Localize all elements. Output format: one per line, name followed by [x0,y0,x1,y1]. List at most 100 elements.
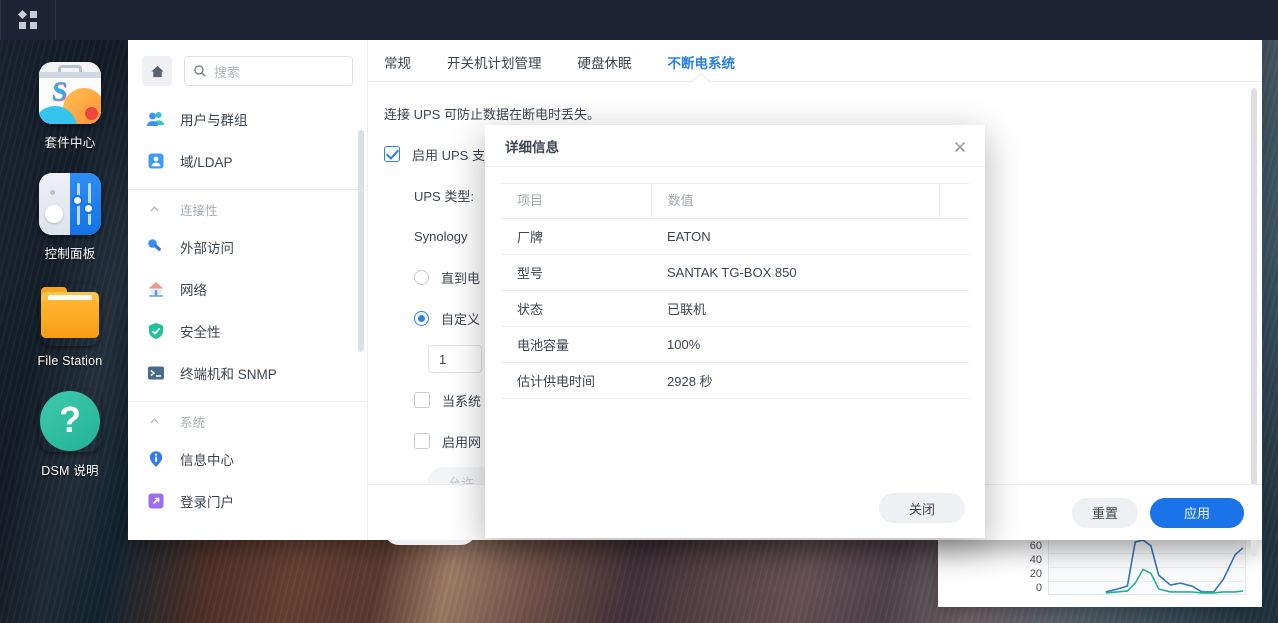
sidebar-item-label: 登录门户 [180,495,234,510]
table-row: 型号 SANTAK TG-BOX 850 [501,254,969,291]
network-icon [146,279,166,299]
ups-type-label: UPS 类型: [414,188,474,204]
dialog-close-button[interactable] [949,136,971,158]
synology-label: Synology [414,228,468,244]
form-description: 连接 UPS 可防止数据在断电时丢失。 [384,107,600,122]
sidebar-item-network[interactable]: 网络 [128,268,367,310]
security-icon [146,321,166,341]
row-item: 状态 [501,290,651,327]
details-dialog: 详细信息 项目 数值 厂牌 EATON 型号 SANTAK TG-BOX 850… [485,125,985,538]
row-item: 电池容量 [501,326,651,363]
sidebar-item-label: 用户与群组 [180,113,248,128]
reset-button[interactable]: 重置 [1071,497,1138,528]
desktop-icon-label: DSM 说明 [41,464,99,478]
row-value: 100% [651,326,969,363]
sidebar-header: 搜索 [128,40,367,98]
sidebar-item-external-access[interactable]: 外部访问 [128,226,367,268]
dialog-body: 项目 数值 厂牌 EATON 型号 SANTAK TG-BOX 850 状态 已… [485,167,985,478]
info-center-icon [146,449,166,469]
tab-general[interactable]: 常规 [384,52,411,81]
enable-network-ups-checkbox[interactable] [414,433,430,449]
sidebar-home-button[interactable] [142,56,172,86]
chevron-up-icon [146,416,162,427]
desktop-icon-label: 套件中心 [44,136,96,150]
search-icon [194,65,206,77]
apply-button[interactable]: 应用 [1149,497,1244,528]
row-item: 估计供电时间 [501,362,651,399]
grid-menu-icon [17,9,37,29]
widget-plot [1048,539,1246,595]
sidebar-group-label: 连接性 [180,203,218,218]
sidebar-divider [128,189,367,190]
search-placeholder: 搜索 [214,64,241,80]
row-item: 厂牌 [501,218,651,255]
desktop-icon-dsm-help[interactable]: ? DSM 说明 [0,390,140,479]
radio-until-battery[interactable] [414,269,429,285]
sidebar-item-label: 信息中心 [180,453,234,468]
column-header-extra[interactable] [938,183,969,219]
desktop-icon-control-panel[interactable]: 控制面板 [0,173,140,262]
control-panel-sidebar: 搜索 用户与群组 域/LDAP 连接性 外部访问 网络 安全性 终端机和 SNM… [128,40,368,540]
table-row: 电池容量 100% [501,326,969,363]
column-header-item[interactable]: 项目 [501,183,651,219]
table-header-row: 项目 数值 [501,183,969,219]
sidebar-item-label: 外部访问 [180,241,234,256]
row-value: EATON [651,218,969,255]
control-panel-icon [39,173,101,235]
column-header-value[interactable]: 数值 [650,183,939,219]
sidebar-scroll-region: 用户与群组 域/LDAP 连接性 外部访问 网络 安全性 终端机和 SNMP 系… [128,98,367,540]
chevron-up-icon [146,204,162,215]
home-icon [150,65,164,77]
search-input[interactable]: 搜索 [184,56,353,86]
sidebar-group-connectivity[interactable]: 连接性 [128,192,367,226]
terminal-snmp-icon [146,363,166,383]
radio-custom-label: 自定义 [441,311,481,327]
dialog-close-action-button[interactable]: 关闭 [878,493,965,523]
sidebar-item-terminal-snmp[interactable]: 终端机和 SNMP [128,352,367,394]
radio-custom-time[interactable] [414,310,429,326]
desktop-icon-label: 控制面板 [44,247,96,261]
sidebar-item-info-center[interactable]: 信息中心 [128,438,367,480]
row-value: SANTAK TG-BOX 850 [651,254,969,291]
enable-ups-checkbox[interactable] [384,146,400,162]
login-portal-icon [146,491,166,511]
sidebar-item-domain-ldap[interactable]: 域/LDAP [128,140,367,182]
taskbar [0,0,1278,40]
resource-monitor-widget: 60 40 20 0 [938,537,1262,607]
sidebar-scrollbar[interactable] [358,130,364,352]
dialog-title: 详细信息 [505,139,559,155]
y-tick: 20 [1029,568,1042,580]
close-icon [955,142,965,152]
file-station-icon [39,284,101,346]
desktop-icon-column: S 套件中心 控制面板 File Station ? DSM 说明 [0,40,140,479]
sidebar-item-security[interactable]: 安全性 [128,310,367,352]
table-row: 厂牌 EATON [501,218,969,255]
ups-details-table: 项目 数值 厂牌 EATON 型号 SANTAK TG-BOX 850 状态 已… [501,183,969,399]
radio-until-label: 直到电 [441,270,481,286]
table-row: 估计供电时间 2928 秒 [501,362,969,399]
table-row: 状态 已联机 [501,290,969,327]
dsm-help-icon: ? [39,390,101,452]
row-value: 2928 秒 [651,362,969,399]
sidebar-item-label: 域/LDAP [180,155,233,170]
dialog-footer: 关闭 [485,478,985,538]
tab-power-schedule[interactable]: 开关机计划管理 [447,52,542,81]
sidebar-item-label: 终端机和 SNMP [180,367,277,382]
desktop-icon-file-station[interactable]: File Station [0,284,140,368]
external-access-icon [146,237,166,257]
widget-chart [1105,540,1244,594]
sidebar-item-users-groups[interactable]: 用户与群组 [128,98,367,140]
desktop-icon-package-center[interactable]: S 套件中心 [0,62,140,151]
main-menu-button[interactable] [1,0,55,40]
row-item: 型号 [501,254,651,291]
package-center-icon: S [39,62,101,124]
tab-hdd-hibernation[interactable]: 硬盘休眠 [578,52,632,81]
sidebar-group-label: 系统 [180,415,206,430]
shutdown-when-system-checkbox[interactable] [414,392,430,408]
tab-ups[interactable]: 不断电系统 [668,52,736,81]
minutes-input[interactable]: 1 [428,345,482,373]
domain-ldap-icon [146,151,166,171]
sidebar-group-system[interactable]: 系统 [128,404,367,438]
desktop-icon-label: File Station [37,354,103,368]
sidebar-item-login-portal[interactable]: 登录门户 [128,480,367,522]
